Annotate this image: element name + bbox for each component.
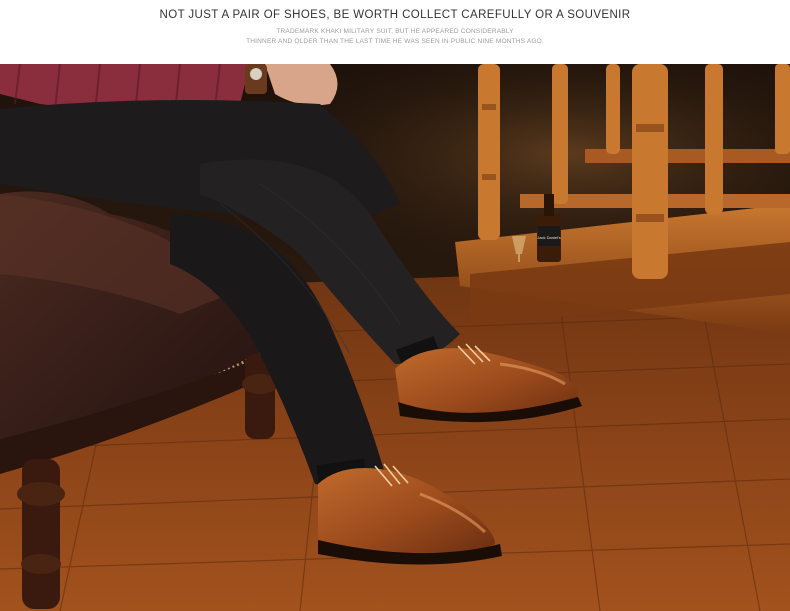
scene-illustration: Jack Daniel's (0, 64, 790, 611)
bottle-label: Jack Daniel's (537, 235, 560, 240)
headline: NOT JUST A PAIR OF SHOES, BE WORTH COLLE… (159, 9, 631, 21)
product-photo: Jack Daniel's (0, 64, 790, 611)
wristwatch (245, 64, 267, 94)
header-banner: NOT JUST A PAIR OF SHOES, BE WORTH COLLE… (0, 0, 790, 64)
subline-2: THINNER AND OLDER THAN THE LAST TIME HE … (246, 38, 544, 45)
subline-1: TRADEMARK KHAKI MILITARY SUIT, BUT HE AP… (276, 28, 514, 35)
